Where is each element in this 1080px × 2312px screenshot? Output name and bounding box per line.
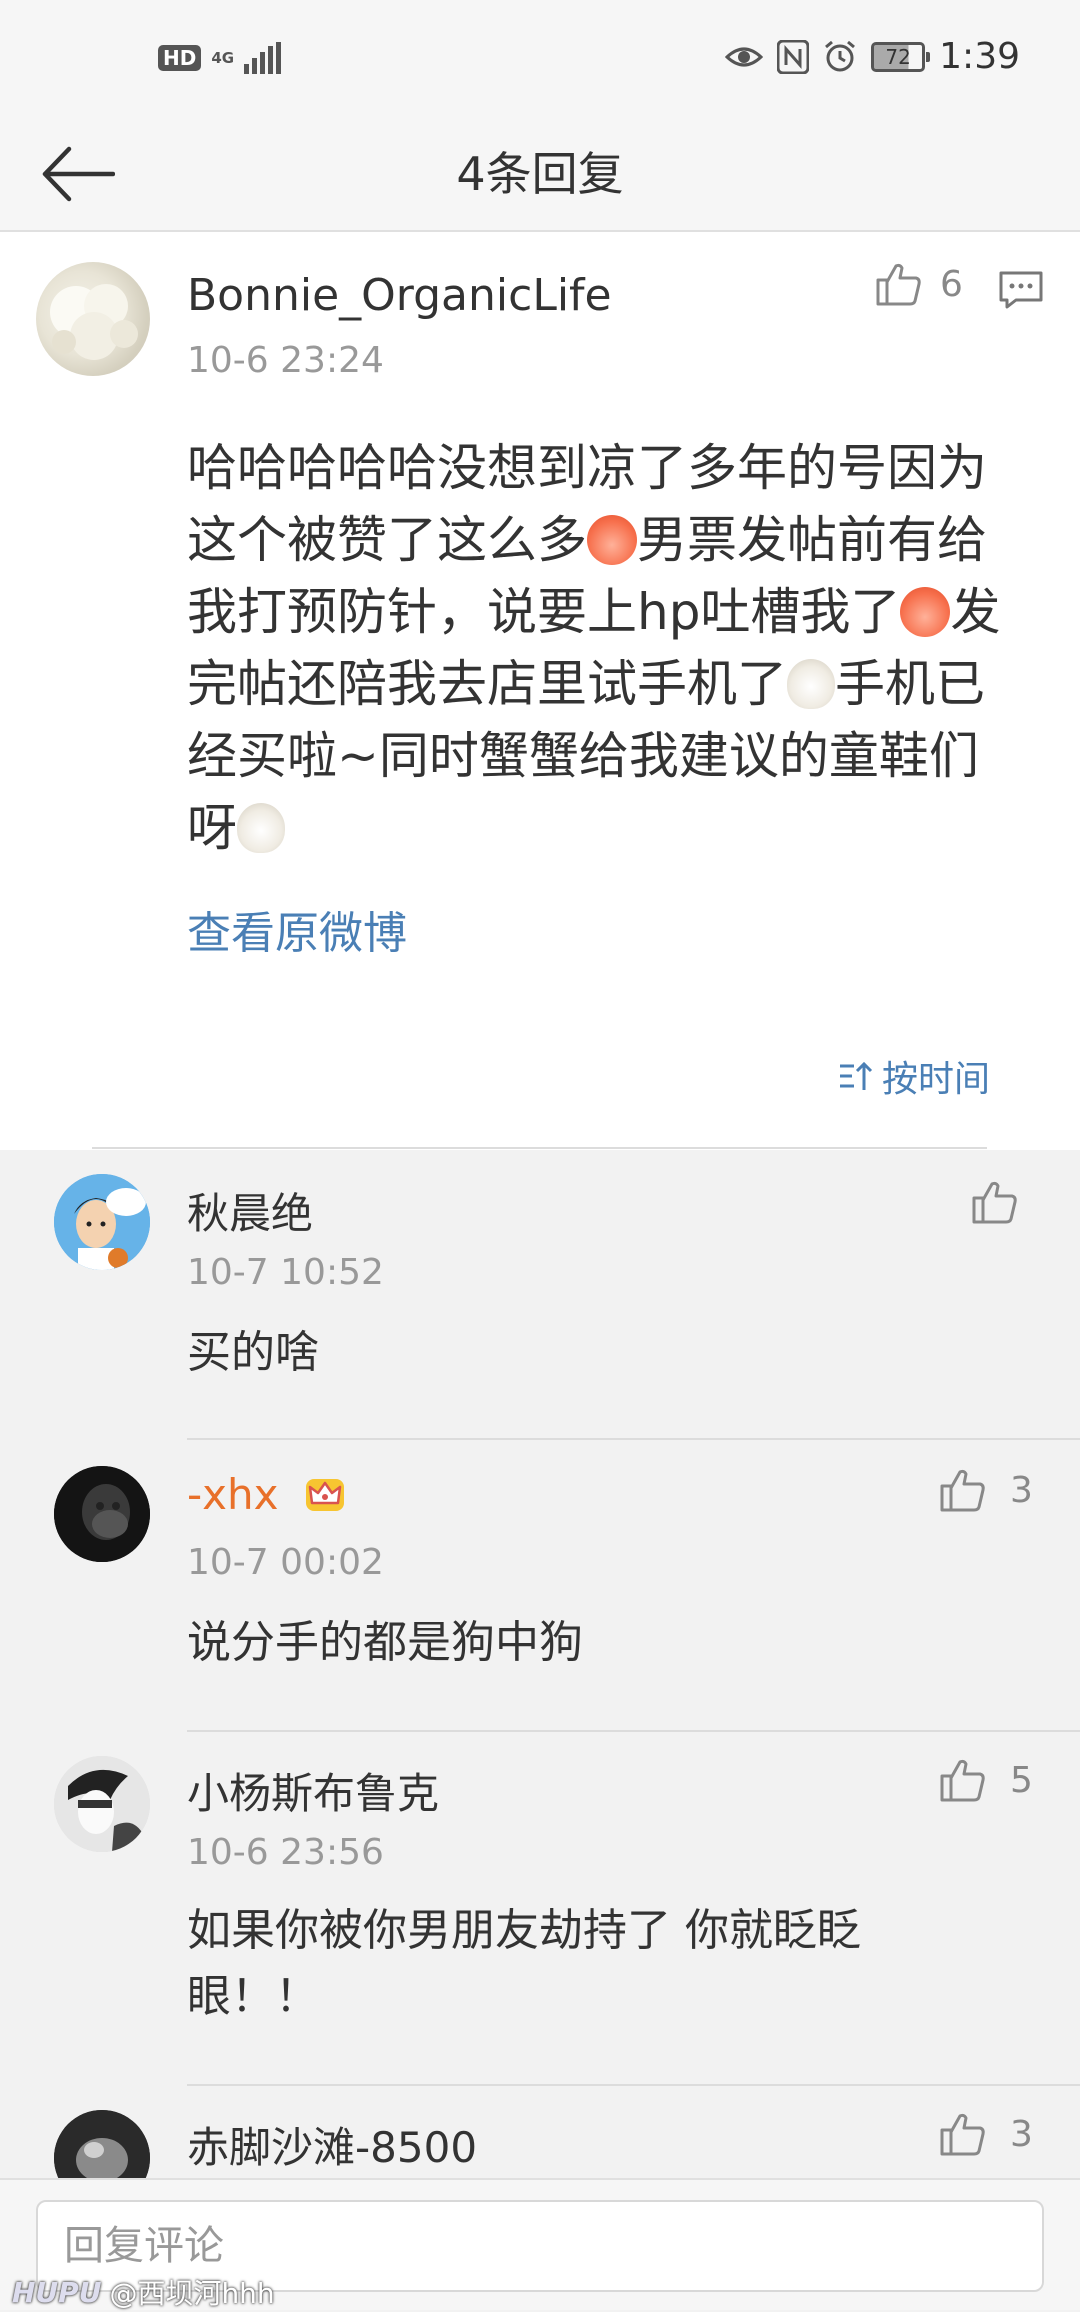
comment-time: 10-6 23:24 [187, 340, 384, 381]
thumbs-up-icon [972, 1181, 1017, 1224]
reply-item: 小杨斯布鲁克 10-6 23:56 如果你被你男朋友劫持了 你就眨眨眼！！ 5 [0, 1732, 1080, 2086]
thumbs-up-icon [876, 263, 921, 306]
like-button[interactable]: 3 [940, 1468, 1033, 1512]
sort-label: 按时间 [882, 1059, 991, 1100]
reply-author[interactable]: 小杨斯布鲁克 [187, 1760, 439, 1821]
page-title: 4条回复 [456, 147, 624, 201]
author-name[interactable]: Bonnie_OrganicLife [187, 270, 612, 321]
avatar-image [50, 284, 138, 360]
reply-item: 赤脚沙滩-8500 3 [0, 2086, 1080, 2178]
avatar-image [54, 2110, 150, 2178]
reply-text: 如果你被你男朋友劫持了 你就眨眨眼！！ [187, 1905, 861, 2022]
comment-body: 哈哈哈哈哈没想到凉了多年的号因为这个被赞了这么多 男票发帖前有给我打预防针，说要上… [187, 432, 1017, 864]
like-count: 6 [940, 263, 963, 305]
watermark: HUPU @西坝河hhh [12, 2272, 275, 2312]
reply-text: 说分手的都是狗中狗 [187, 1617, 583, 1668]
divider [92, 1147, 987, 1149]
signal-icon [244, 42, 282, 74]
sort-icon [840, 1061, 873, 1090]
reply-author[interactable]: 秋晨绝 [187, 1180, 313, 1241]
status-left: HD 4G [158, 42, 284, 74]
alarm-icon [825, 40, 856, 71]
watermark-user: @西坝河hhh [109, 2277, 275, 2310]
watermark-brand: HUPU [12, 2275, 102, 2309]
like-count: 3 [1010, 1469, 1033, 1511]
nfc-icon [777, 39, 810, 74]
avatar[interactable] [54, 2110, 150, 2178]
header: 4条回复 [0, 118, 1080, 232]
like-button[interactable]: 3 [940, 2112, 1033, 2156]
status-bar: HD 4G 72 1:39 [0, 0, 1080, 118]
eye-icon [725, 47, 764, 66]
avatar[interactable] [54, 1174, 150, 1270]
like-button[interactable] [972, 1180, 1018, 1224]
avatar-image [54, 1466, 150, 1562]
reply-button[interactable] [998, 270, 1044, 314]
avatar[interactable] [54, 1466, 150, 1562]
battery-icon: 72 [871, 41, 931, 72]
network-label: 4G [211, 48, 235, 67]
bird-emoji-icon [237, 803, 285, 853]
sort-button[interactable]: 按时间 [838, 1050, 990, 1102]
reply-author-vip[interactable]: -xhx [187, 1470, 348, 1519]
crown-icon [305, 1479, 344, 1511]
avatar[interactable] [36, 262, 150, 376]
reply-item: -xhx 10-7 00:02 说分手的都是狗中狗 3 [0, 1440, 1080, 1732]
main-comment: Bonnie_OrganicLife 10-6 23:24 6 哈哈哈哈哈没想到… [0, 232, 1080, 1150]
like-button[interactable]: 5 [940, 1758, 1033, 1802]
bird-emoji-icon [787, 659, 835, 709]
avatar-image [54, 1756, 150, 1852]
reply-time: 10-7 10:52 [187, 1252, 384, 1293]
avatar[interactable] [54, 1756, 150, 1852]
view-original-link[interactable]: 查看原微博 [187, 897, 407, 961]
hd-badge: HD [158, 45, 202, 71]
comment-icon [999, 271, 1043, 309]
pig-emoji-icon [900, 587, 951, 637]
thumbs-up-icon [940, 1759, 985, 1802]
like-button[interactable]: 6 [876, 262, 963, 306]
avatar-image [54, 1174, 150, 1270]
like-count: 3 [1010, 2113, 1033, 2155]
reply-time: 10-6 23:56 [187, 1832, 384, 1873]
thumbs-up-icon [940, 2113, 985, 2156]
reply-item: 秋晨绝 10-7 10:52 买的啥 [0, 1150, 1080, 1440]
reply-text: 买的啥 [187, 1327, 319, 1378]
reply-author[interactable]: 赤脚沙滩-8500 [187, 2114, 477, 2175]
pig-emoji-icon [587, 515, 637, 565]
status-time: 1:39 [939, 36, 1020, 77]
like-count: 5 [1010, 1759, 1033, 1801]
reply-author: -xhx [187, 1470, 279, 1519]
reply-time: 10-7 00:02 [187, 1542, 384, 1583]
thumbs-up-icon [940, 1469, 985, 1512]
status-right: 72 1:39 [725, 36, 1020, 77]
